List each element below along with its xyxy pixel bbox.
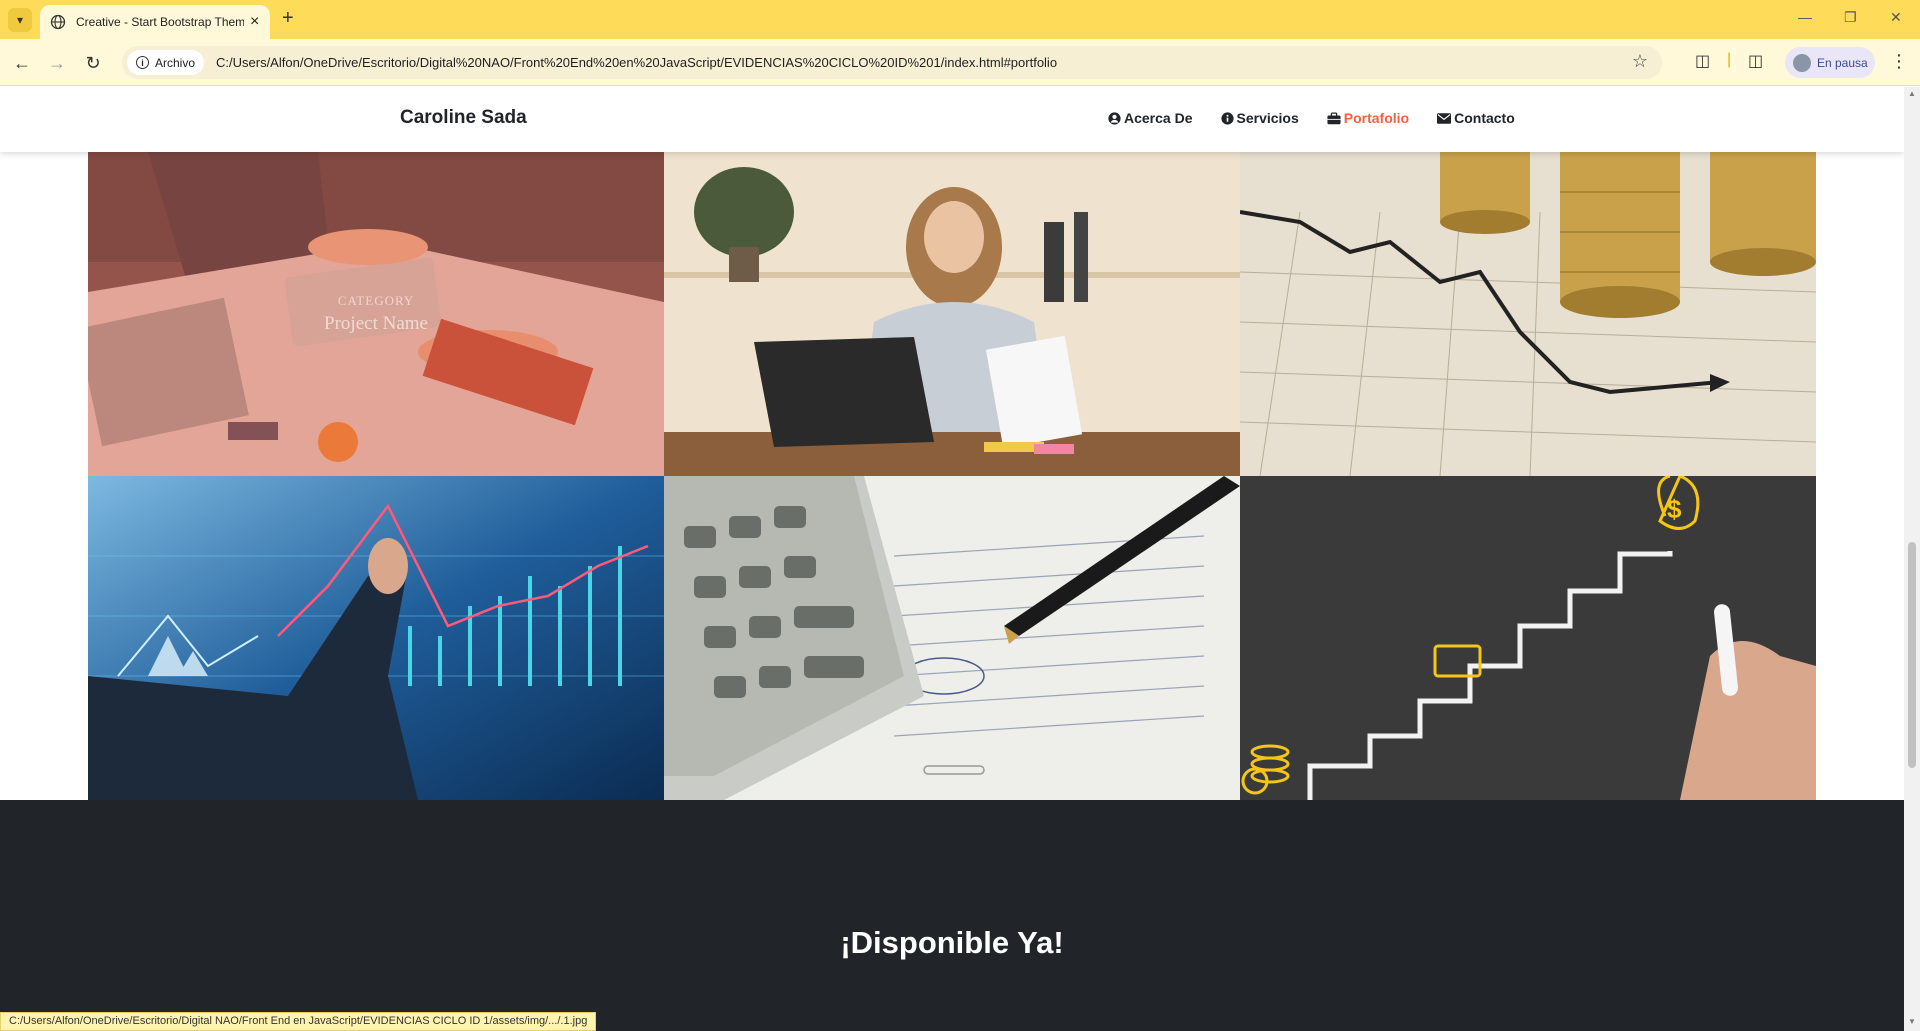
scroll-down-icon[interactable]: ▼	[1908, 1017, 1916, 1026]
extensions-icon[interactable]: ◫	[1695, 51, 1710, 71]
avatar	[1793, 53, 1811, 72]
portfolio-item-1[interactable]: CATEGORY Project Name	[88, 152, 664, 476]
brand-link[interactable]: Caroline Sada	[400, 107, 527, 129]
nav-label: Contacto	[1454, 110, 1515, 126]
url-text[interactable]: C:/Users/Alfon/OneDrive/Escritorio/Digit…	[216, 55, 1057, 70]
portfolio-project-name: Project Name	[324, 313, 428, 334]
window-close-icon[interactable]: ✕	[1890, 9, 1902, 26]
scrollbar-thumb[interactable]	[1908, 542, 1916, 768]
profile-label: En pausa	[1817, 55, 1868, 70]
nav-label: Portafolio	[1343, 110, 1410, 126]
maximize-icon[interactable]: ❐	[1844, 9, 1857, 26]
user-circle-icon	[1108, 111, 1121, 125]
cta-section: ¡Disponible Ya!	[0, 800, 1904, 1031]
nav-link-servicios[interactable]: Servicios	[1220, 110, 1299, 126]
svg-text:$: $	[1667, 494, 1682, 524]
minimize-icon[interactable]: —	[1798, 9, 1812, 25]
tab-title: Creative - Start Bootstrap Them	[76, 15, 244, 29]
forward-icon[interactable]: →	[45, 51, 69, 75]
envelope-icon	[1437, 112, 1452, 124]
toolbar-divider: |	[1727, 51, 1732, 68]
portfolio-item-2[interactable]	[664, 152, 1240, 476]
portfolio-hover-overlay: CATEGORY Project Name	[88, 152, 664, 476]
chalkboard-stairs-image: $	[1240, 476, 1816, 800]
calculator-image	[664, 476, 1240, 800]
status-bubble: C:/Users/Alfon/OneDrive/Escritorio/Digit…	[0, 1012, 597, 1031]
scrollbar[interactable]: ▲ ▼	[1904, 87, 1920, 1031]
portfolio-grid: CATEGORY Project Name $	[88, 152, 1816, 800]
portfolio-item-5[interactable]	[664, 476, 1240, 800]
close-icon[interactable]: ×	[250, 14, 259, 30]
site-navbar: Caroline Sada Acerca De Servicios Portaf…	[0, 87, 1904, 152]
browser-tab-strip: ▾ Creative - Start Bootstrap Them × + — …	[0, 0, 1920, 39]
briefcase-icon	[1327, 111, 1341, 124]
nav-link-portafolio[interactable]: Portafolio	[1327, 110, 1409, 126]
plus-icon[interactable]: +	[282, 8, 294, 28]
info-circle-icon	[1220, 111, 1234, 125]
nav-label: Acerca De	[1124, 110, 1193, 126]
profile-button[interactable]: En pausa	[1785, 47, 1875, 78]
nav-link-acerca[interactable]: Acerca De	[1108, 110, 1193, 126]
site-info-chip[interactable]: i Archivo	[127, 50, 205, 75]
reload-icon[interactable]: ↻	[81, 51, 105, 75]
portfolio-item-4[interactable]	[88, 476, 664, 800]
address-bar[interactable]: i Archivo C:/Users/Alfon/OneDrive/Escrit…	[122, 46, 1662, 79]
web-page: Caroline Sada Acerca De Servicios Portaf…	[0, 87, 1904, 1031]
sidepanel-icon[interactable]: ◫	[1748, 51, 1763, 71]
globe-icon	[50, 14, 66, 30]
browser-tab[interactable]: Creative - Start Bootstrap Them ×	[40, 5, 270, 39]
back-icon[interactable]: ←	[10, 51, 34, 75]
portfolio-item-6[interactable]: $	[1240, 476, 1816, 800]
cta-title: ¡Disponible Ya!	[840, 925, 1064, 960]
star-icon[interactable]: ☆	[1632, 51, 1648, 72]
nav-label: Servicios	[1236, 110, 1299, 126]
woman-laptop-image	[664, 152, 1240, 476]
site-info-label: Archivo	[155, 55, 196, 70]
info-icon: i	[136, 56, 149, 69]
browser-toolbar: ← → ↻ i Archivo C:/Users/Alfon/OneDrive/…	[0, 39, 1920, 86]
nav-links: Acerca De Servicios Portafolio Contacto	[1108, 110, 1515, 126]
coins-chart-image	[1240, 152, 1816, 476]
nav-link-contacto[interactable]: Contacto	[1437, 110, 1515, 126]
portfolio-category: CATEGORY	[337, 293, 415, 308]
portfolio-item-3[interactable]	[1240, 152, 1816, 476]
tab-search-icon[interactable]: ▾	[8, 8, 32, 32]
scroll-up-icon[interactable]: ▲	[1908, 89, 1916, 98]
kebab-icon[interactable]: ⋮	[1890, 51, 1908, 72]
stock-chart-image	[88, 476, 664, 800]
